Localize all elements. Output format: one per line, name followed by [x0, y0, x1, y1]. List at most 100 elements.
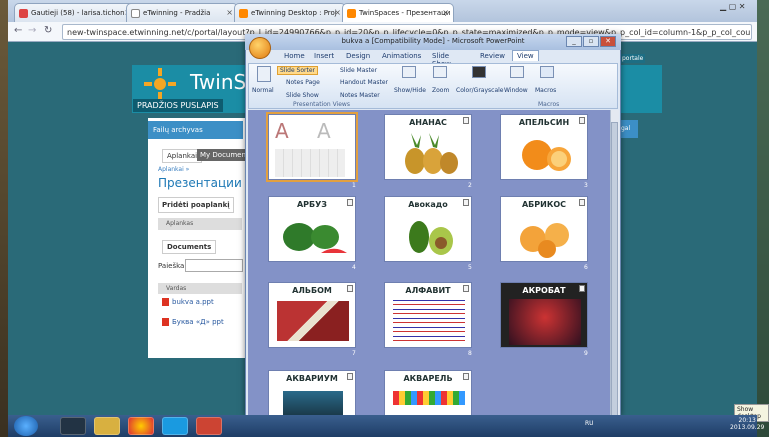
slide-thumbnail[interactable]: АКВАРЕЛЬ	[384, 370, 472, 416]
slide-number: 8	[468, 350, 472, 357]
slide-number: 7	[352, 350, 356, 357]
slide-thumbnail[interactable]: АПЕЛЬСИН	[500, 114, 588, 180]
notes-page-button[interactable]: Notes Page	[286, 79, 320, 86]
minimize-icon[interactable]: _	[566, 36, 582, 47]
search-input[interactable]	[185, 259, 243, 272]
clock[interactable]: 20:13 2013.09.29	[730, 417, 764, 431]
skype-icon[interactable]	[162, 417, 188, 435]
slide-thumbnail[interactable]: АЛЬБОМ	[268, 282, 356, 348]
side-header: Failų archyvas	[148, 121, 243, 139]
tab-view[interactable]: View	[512, 50, 539, 61]
show-hide-button[interactable]: Show/Hide	[394, 87, 426, 94]
file-link[interactable]: bukva a.ppt	[162, 298, 214, 306]
comment-icon	[347, 199, 353, 206]
scrollbar-thumb[interactable]	[611, 122, 618, 422]
documents-button[interactable]: Documents	[162, 240, 217, 254]
ppt-title-bar: bukva a [Compatibility Mode] - Microsoft…	[245, 34, 621, 50]
comment-icon	[463, 199, 469, 206]
slide-thumbnail[interactable]: АКВАРИУМ	[268, 370, 356, 416]
ppt-file-icon	[162, 298, 169, 306]
maximize-icon[interactable]: ▫	[583, 36, 599, 47]
folder-table-header: Aplankas	[158, 218, 242, 230]
window-controls[interactable]: ▁ ▢ ✕	[720, 2, 756, 16]
breadcrumb[interactable]: Aplankai »	[158, 166, 189, 173]
slide-title: АЛФАВИТ	[405, 286, 451, 295]
tab-insert[interactable]: Insert	[310, 51, 338, 61]
slide-thumbnail[interactable]: АНАНАС	[384, 114, 472, 180]
window-button[interactable]: Window	[504, 87, 528, 94]
comment-icon	[463, 373, 469, 380]
media-player-icon[interactable]	[60, 417, 86, 435]
file-link[interactable]: Буква «Д» ppt	[162, 318, 224, 326]
powerpoint-taskbar-icon[interactable]	[196, 417, 222, 435]
zoom-icon	[433, 66, 447, 78]
letter-a-image: А	[275, 119, 289, 143]
handout-master-button[interactable]: Handout Master	[340, 79, 388, 86]
slide-master-button[interactable]: Slide Master	[340, 67, 377, 74]
slide-show-button[interactable]: Slide Show	[286, 92, 319, 99]
system-tray[interactable]: RU	[585, 420, 594, 427]
site-logo-text[interactable]: TwinS	[190, 70, 246, 94]
tab-animations[interactable]: Animations	[378, 51, 425, 61]
slide-sorter-area: А А 1 АНАНАС 2 АПЕЛЬСИН 3 АРБУЗ 4 Авокад…	[248, 110, 610, 416]
slide-title: АРБУЗ	[296, 200, 327, 209]
explorer-icon[interactable]	[94, 417, 120, 435]
orange-image	[522, 140, 571, 171]
search-label: Paieška	[158, 262, 185, 270]
browser-tab-twinspaces[interactable]: TwinSpaces - Презентаци ×	[342, 3, 454, 22]
slide-thumbnail[interactable]: А А	[266, 112, 358, 182]
tab-design[interactable]: Design	[342, 51, 374, 61]
close-icon[interactable]: ×	[226, 8, 233, 17]
tab-review[interactable]: Review	[476, 51, 509, 61]
tab-label: TwinSpaces - Презентаци	[359, 9, 451, 17]
page-icon	[131, 9, 140, 18]
tab-label: eTwinning Desktop : Proj	[251, 9, 337, 17]
language-indicator[interactable]: RU	[585, 420, 594, 427]
comment-icon	[579, 117, 585, 124]
slide-number: 6	[584, 264, 588, 271]
slide-thumbnail[interactable]: АРБУЗ	[268, 196, 356, 262]
portale-link[interactable]: portale	[620, 54, 646, 63]
tab-label: Gautieji (58) - larisa.tichon	[31, 9, 125, 17]
browser-tab-etwinning[interactable]: eTwinning - Pradžia ×	[126, 3, 238, 22]
zoom-button[interactable]: Zoom	[432, 87, 449, 94]
start-button[interactable]	[14, 416, 38, 436]
close-icon[interactable]: ✕	[600, 36, 616, 47]
slide-thumbnail[interactable]: АЛФАВИТ	[384, 282, 472, 348]
color-grayscale-button[interactable]: Color/Grayscale	[456, 87, 504, 94]
normal-view-button[interactable]: Normal	[252, 87, 274, 94]
color-grayscale-icon	[472, 66, 486, 78]
reload-icon[interactable]: ↻	[44, 25, 52, 36]
macros-button[interactable]: Macros	[535, 87, 556, 94]
clock-date: 2013.09.29	[730, 424, 765, 431]
tab-label: eTwinning - Pradžia	[143, 9, 211, 17]
notes-master-button[interactable]: Notes Master	[340, 92, 380, 99]
back-icon[interactable]: ←	[14, 25, 22, 36]
tab-home[interactable]: Home	[280, 51, 309, 61]
comment-icon	[463, 285, 469, 292]
slide-thumbnail[interactable]: АКРОБАТ	[500, 282, 588, 348]
watermelon-image	[283, 223, 347, 253]
page-title: Презентации	[158, 176, 242, 190]
forward-icon[interactable]: →	[28, 25, 36, 36]
browser-tab-gmail[interactable]: Gautieji (58) - larisa.tichon ×	[14, 3, 136, 22]
slide-thumbnail[interactable]: Авокадо	[384, 196, 472, 262]
add-subfolder-button[interactable]: Pridėti poaplankį	[158, 197, 234, 213]
taskbar	[8, 415, 757, 437]
comment-icon	[579, 285, 585, 292]
office-button[interactable]	[249, 37, 271, 59]
close-icon[interactable]: ×	[334, 8, 341, 17]
slide-thumbnail[interactable]: АБРИКОС	[500, 196, 588, 262]
slide-title: АНАНАС	[409, 118, 447, 127]
window-icon	[510, 66, 524, 78]
browser-tab-desktop[interactable]: eTwinning Desktop : Proj ×	[234, 3, 346, 22]
show-hide-icon	[402, 66, 416, 78]
slide-number: 4	[352, 264, 356, 271]
album-image	[277, 301, 349, 341]
close-icon[interactable]: ×	[442, 8, 449, 17]
slide-sorter-button[interactable]: Slide Sorter	[277, 66, 319, 75]
chrome-icon[interactable]	[128, 417, 154, 435]
home-link[interactable]: PRADŽIOS PUSLAPIS	[133, 99, 223, 112]
acrobat-image	[509, 299, 581, 345]
group-macros: Macros	[538, 101, 560, 108]
